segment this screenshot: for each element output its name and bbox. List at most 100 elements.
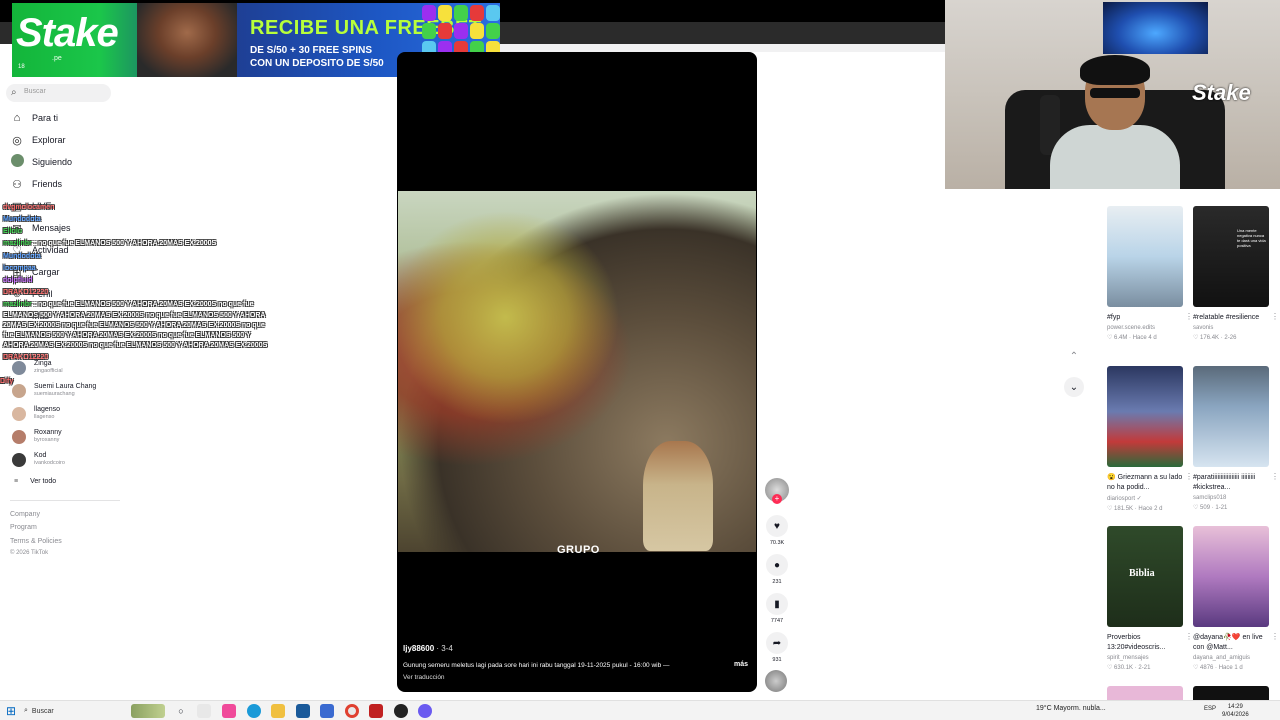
share-icon[interactable]: ➦	[766, 632, 788, 654]
system-tray-weather[interactable]: 19°C Mayorm. nubla...	[1036, 705, 1106, 712]
card-title: #paratiiiiiiiiiiiiiiiii iiiiiiiii #kicks…	[1193, 474, 1256, 491]
card-meta: ♡ 4876 · Hace 1 d	[1193, 665, 1243, 671]
search-bar[interactable]: ⌕ Buscar	[6, 84, 111, 102]
video-thumbnail[interactable]	[1193, 366, 1269, 467]
follow-plus-icon[interactable]: +	[772, 494, 782, 504]
list-icon: ≡	[14, 478, 19, 485]
banner-age-badge: 18	[18, 64, 25, 70]
edge-icon[interactable]	[247, 704, 261, 718]
grid-video-card[interactable]: #fyp power.scene.edits ♡ 6.4M · Hace 4 d…	[1107, 206, 1193, 341]
account-name: Zinga	[34, 360, 52, 367]
language-indicator[interactable]: ESP	[1204, 706, 1216, 712]
like-action[interactable]: ♥ 70.3K	[764, 515, 790, 546]
heart-icon[interactable]: ♥	[766, 515, 788, 537]
more-options-icon[interactable]: ⋮	[1185, 312, 1193, 321]
nav-for-you[interactable]: ⌂ Para ti	[10, 110, 58, 126]
copilot-icon[interactable]	[222, 704, 236, 718]
nav-following[interactable]: Siguiendo	[10, 154, 72, 170]
card-meta: ♡ 6.4M · Hace 4 d	[1107, 335, 1157, 341]
following-account[interactable]: Kod ivankodcoiro	[12, 452, 65, 467]
video-thumbnail[interactable]	[1193, 686, 1269, 700]
nav-label: Mensajes	[32, 223, 71, 233]
music-disc-icon[interactable]	[765, 670, 787, 692]
nav-label: Para ti	[32, 113, 59, 123]
clock-date: 9/04/2026	[1222, 712, 1249, 718]
chat-line: dolpfluid	[3, 277, 33, 284]
chat-line: mazlinbr : no que fue ELMANOS 500 Y AHOR…	[3, 301, 254, 308]
scroll-up-button[interactable]: ⌃	[1064, 346, 1084, 366]
search-input[interactable]: Buscar	[24, 88, 46, 95]
chat-line: Mundodota	[3, 216, 41, 223]
more-options-icon[interactable]: ⋮	[1271, 472, 1279, 481]
chat-line: ELMANOS 500 Y AHORA 20MAS EX 2000S no qu…	[3, 312, 266, 319]
following-account[interactable]: Suemi Laura Chang suemiaurachang	[12, 383, 96, 398]
following-avatar	[10, 154, 24, 170]
video-actions: + ♥ 70.3K ● 231 ▮ 7747 ➦ 931	[764, 478, 790, 694]
more-options-icon[interactable]: ⋮	[1185, 632, 1193, 641]
file-explorer-icon[interactable]	[197, 704, 211, 718]
taskbar-widget-icon[interactable]	[131, 704, 165, 718]
more-button[interactable]: más	[734, 661, 748, 668]
card-author: power.scene.edits	[1107, 325, 1156, 331]
following-account[interactable]: Roxanny byroxanny	[12, 429, 62, 444]
grid-video-card[interactable]: @dayana🥀❤️ en live con @Matt... dayana_a…	[1193, 526, 1279, 671]
footer-program[interactable]: Program	[10, 524, 37, 531]
grid-video-card[interactable]: Una mente negativa nunca te dará una vid…	[1193, 206, 1279, 341]
mail-icon[interactable]	[320, 704, 334, 718]
discord-icon[interactable]	[418, 704, 432, 718]
video-player[interactable]: GRUPO ljy88600 · 3-4 Gunung semeru melet…	[397, 52, 757, 692]
home-icon: ⌂	[13, 112, 21, 124]
more-options-icon[interactable]: ⋮	[1271, 632, 1279, 641]
nav-label: Siguiendo	[32, 157, 73, 167]
video-overlay-text: GRUPO	[557, 544, 600, 556]
footer-company[interactable]: Company	[10, 511, 40, 518]
nav-friends[interactable]: ⚇ Friends	[10, 176, 62, 192]
share-action[interactable]: ➦ 931	[764, 632, 790, 663]
following-account[interactable]: Zinga zingaofficial	[12, 360, 63, 375]
avatar	[12, 452, 26, 467]
following-account[interactable]: llagenso llagenso	[12, 406, 60, 421]
store-icon[interactable]	[296, 704, 310, 718]
see-all-link[interactable]: ≡ Ver todo	[14, 478, 56, 485]
nav-explore[interactable]: ◎ Explorar	[10, 132, 65, 148]
avatar	[12, 383, 26, 398]
nav-label: Friends	[32, 179, 63, 189]
scroll-down-button[interactable]: ⌄	[1064, 377, 1084, 397]
comment-action[interactable]: ● 231	[764, 554, 790, 585]
taskbar-search[interactable]: ⌕ Buscar	[24, 703, 124, 719]
video-thumbnail[interactable]	[1107, 206, 1183, 307]
video-author[interactable]: ljy88600 · 3-4	[403, 644, 453, 653]
task-view-icon[interactable]: ○	[174, 704, 188, 718]
card-title: Proverbios 13:20#videoscris...	[1107, 634, 1166, 651]
video-thumbnail[interactable]	[1107, 366, 1183, 467]
video-thumbnail[interactable]	[1107, 686, 1183, 700]
windows-start-icon[interactable]: ⊞	[6, 704, 16, 718]
bookmark-icon[interactable]: ▮	[766, 593, 788, 615]
streamer-webcam: Stake	[945, 0, 1280, 189]
grid-video-card[interactable]: Biblia Proverbios 13:20#videoscris... sp…	[1107, 526, 1193, 671]
chat-line: mazlinbr : no que fue ELMANOS 500 Y AHOR…	[3, 240, 217, 247]
grid-video-card[interactable]: #paratiiiiiiiiiiiiiiiii iiiiiiiii #kicks…	[1193, 366, 1279, 511]
footer-terms[interactable]: Terms & Policies	[10, 538, 62, 545]
video-thumbnail[interactable]: Una mente negativa nunca te dará una vid…	[1193, 206, 1269, 307]
more-options-icon[interactable]: ⋮	[1271, 312, 1279, 321]
comment-icon[interactable]: ●	[766, 554, 788, 576]
webcam-hair	[1080, 55, 1150, 85]
recorder-icon[interactable]	[369, 704, 383, 718]
account-handle: suemiaurachang	[34, 391, 75, 397]
card-title: 😮 Griezmann a su lado no ha podid...	[1107, 474, 1183, 491]
save-action[interactable]: ▮ 7747	[764, 593, 790, 624]
more-options-icon[interactable]: ⋮	[1185, 472, 1193, 481]
video-thumbnail[interactable]: Biblia	[1107, 526, 1183, 627]
translate-link[interactable]: Ver traducción	[403, 674, 445, 681]
friends-icon: ⚇	[12, 178, 22, 191]
taskbar-clock[interactable]: 14:29 9/04/2026	[1222, 703, 1249, 719]
obs-icon[interactable]	[394, 704, 408, 718]
grid-video-card[interactable]: 😮 Griezmann a su lado no ha podid... dia…	[1107, 366, 1193, 512]
chat-line: 20MAS EX 2000S no que fue ELMANOS 500 Y …	[3, 322, 265, 329]
card-meta: ♡ 181.5K · Hace 2 d	[1107, 506, 1163, 512]
chrome-icon[interactable]	[345, 704, 359, 718]
video-thumbnail[interactable]	[1193, 526, 1269, 627]
folder-icon[interactable]	[271, 704, 285, 718]
chevron-up-icon: ⌃	[1069, 350, 1079, 362]
